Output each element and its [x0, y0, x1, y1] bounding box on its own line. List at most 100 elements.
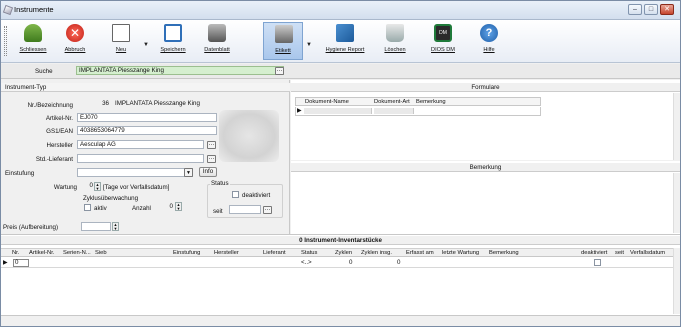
- search-browse-button[interactable]: …: [275, 67, 284, 75]
- anzahl-label: Anzahl: [132, 205, 151, 212]
- gs1-input[interactable]: 4038653064779: [77, 126, 217, 135]
- col-bemerkung[interactable]: Bemerkung: [489, 249, 519, 258]
- datasheet-button[interactable]: Datenblatt: [197, 22, 237, 60]
- preis-input[interactable]: [81, 222, 111, 231]
- cell-dokument-art[interactable]: [374, 108, 414, 114]
- artikel-input[interactable]: EJ070: [77, 113, 217, 122]
- help-button[interactable]: ? Hilfe: [469, 22, 509, 60]
- seit-input[interactable]: [229, 205, 261, 214]
- hygiene-report-button[interactable]: Hygiene Report: [319, 22, 371, 60]
- save-button[interactable]: Speichern: [153, 22, 193, 60]
- search-bar: Suche IMPLANTATA Piesszange King …: [1, 64, 680, 79]
- zyklus-aktiv-checkbox[interactable]: [84, 204, 91, 211]
- name-value[interactable]: IMPLANTATA Piesszange King: [113, 100, 218, 109]
- formulare-scrollbar[interactable]: [673, 93, 680, 160]
- einstufung-select[interactable]: [77, 168, 193, 177]
- anzahl-spinner[interactable]: ▲ ▼: [175, 202, 182, 211]
- wartung-label: Wartung: [53, 184, 77, 191]
- einstufung-label: Einstufung: [5, 170, 35, 177]
- col-seit[interactable]: seit: [615, 249, 624, 258]
- instrument-photo-placeholder: [219, 110, 279, 162]
- wartung-input[interactable]: 0: [81, 182, 93, 191]
- dios-dm-button[interactable]: DM DIOS DM: [421, 22, 465, 60]
- col-dokument-art[interactable]: Dokument-Art: [374, 98, 410, 107]
- new-button[interactable]: Neu: [101, 22, 141, 60]
- save-icon: [164, 24, 182, 42]
- bemerkung-panel: Bemerkung: [291, 161, 680, 234]
- inventory-panel: 0 Instrument-Inventarstücke Nr. Artikel-…: [1, 234, 680, 326]
- seit-calendar-button[interactable]: …: [263, 206, 272, 214]
- nr-value[interactable]: 36: [77, 100, 111, 109]
- col-nr[interactable]: Nr.: [12, 249, 19, 258]
- bemerkung-scrollbar[interactable]: [673, 173, 680, 233]
- instrument-type-panel: Instrument-Typ Nr./Bezeichnung 36 IMPLAN…: [1, 80, 290, 245]
- col-bemerkung[interactable]: Bemerkung: [416, 98, 446, 107]
- status-bar: [1, 315, 680, 326]
- preis-label: Preis (Aufbereitung): [3, 224, 59, 231]
- trash-icon: [386, 24, 404, 42]
- anzahl-input[interactable]: 0: [159, 203, 173, 212]
- col-zyklen[interactable]: Zyklen: [335, 249, 352, 258]
- formulare-row[interactable]: ▶: [295, 107, 541, 116]
- cancel-button[interactable]: ✕ Abbruch: [55, 22, 95, 60]
- deaktiviert-checkbox[interactable]: [232, 191, 239, 198]
- status-label: Status: [210, 180, 230, 187]
- formulare-panel: Formulare Dokument-Name Dokument-Art Bem…: [291, 80, 680, 160]
- delete-button[interactable]: Löschen: [375, 22, 415, 60]
- new-dropdown-arrow[interactable]: ▼: [143, 42, 149, 48]
- col-artikel-nr[interactable]: Artikel-Nr.: [29, 249, 54, 258]
- dios-dm-icon: DM: [434, 24, 452, 42]
- search-input[interactable]: IMPLANTATA Piesszange King: [76, 66, 284, 75]
- hersteller-input[interactable]: Aesculap AG: [77, 140, 204, 149]
- close-button[interactable]: Schliessen: [13, 22, 53, 60]
- cell-nr[interactable]: 0: [13, 259, 29, 267]
- close-window-button[interactable]: ✕: [660, 4, 674, 15]
- preis-spinner[interactable]: ▲ ▼: [112, 222, 119, 231]
- label-printer-icon: [275, 25, 293, 43]
- col-letzte-wartung[interactable]: letzte Wartung: [442, 249, 479, 258]
- einstufung-dropdown-arrow[interactable]: ▼: [184, 168, 193, 177]
- app-icon: [2, 4, 14, 16]
- window-title: Instrumente: [14, 5, 54, 14]
- gs1-label: GS1/EAN: [46, 128, 73, 135]
- new-document-icon: [112, 24, 130, 42]
- cell-zyklen-insg[interactable]: 0: [397, 258, 400, 268]
- bemerkung-textarea[interactable]: [291, 173, 673, 233]
- col-serien-nr[interactable]: Serien-N...: [63, 249, 91, 258]
- cell-status[interactable]: <..>: [301, 258, 312, 268]
- col-erfasst-am[interactable]: Erfasst am: [406, 249, 434, 258]
- maximize-button[interactable]: □: [644, 4, 658, 15]
- label-button[interactable]: Etikett: [263, 22, 303, 60]
- formulare-grid-header: Dokument-Name Dokument-Art Bemerkung: [295, 97, 541, 106]
- inventory-row[interactable]: ▶ 0 <..> 0 0: [1, 258, 680, 268]
- col-sieb[interactable]: Sieb: [95, 249, 107, 258]
- col-hersteller[interactable]: Hersteller: [214, 249, 239, 258]
- col-status[interactable]: Status: [301, 249, 317, 258]
- col-dokument-name[interactable]: Dokument-Name: [305, 98, 349, 107]
- wartung-spinner[interactable]: ▲ ▼: [94, 182, 101, 191]
- formulare-header: Formulare: [291, 83, 680, 92]
- minimize-button[interactable]: –: [628, 4, 642, 15]
- col-verfallsdatum[interactable]: Verfallsdatum: [630, 249, 665, 258]
- exit-icon: [24, 24, 42, 42]
- col-zyklen-insg[interactable]: Zyklen insg.: [361, 249, 392, 258]
- datasheet-icon: [208, 24, 226, 42]
- lieferant-input[interactable]: [77, 154, 204, 163]
- inventory-scrollbar[interactable]: [673, 248, 680, 314]
- cell-zyklen[interactable]: 0: [349, 258, 352, 268]
- inventory-header: 0 Instrument-Inventarstücke: [1, 236, 680, 245]
- zyklus-label: Zyklusüberwachung: [83, 195, 139, 202]
- col-deaktiviert[interactable]: deaktiviert: [581, 249, 607, 258]
- lieferant-browse-button[interactable]: …: [207, 155, 216, 163]
- col-einstufung[interactable]: Einstufung: [173, 249, 200, 258]
- info-button[interactable]: Info: [199, 167, 217, 177]
- inventory-grid-header: Nr. Artikel-Nr. Serien-N... Sieb Einstuf…: [1, 248, 680, 257]
- col-lieferant[interactable]: Lieferant: [263, 249, 286, 258]
- cell-deaktiviert-checkbox[interactable]: [594, 259, 601, 266]
- nr-label: Nr./Bezeichnung: [27, 102, 73, 109]
- hersteller-browse-button[interactable]: …: [207, 141, 216, 149]
- label-dropdown-arrow[interactable]: ▼: [306, 42, 312, 48]
- cell-dokument-name[interactable]: [304, 108, 372, 114]
- title-bar: Instrumente – □ ✕: [1, 1, 680, 20]
- hersteller-label: Hersteller: [46, 142, 73, 149]
